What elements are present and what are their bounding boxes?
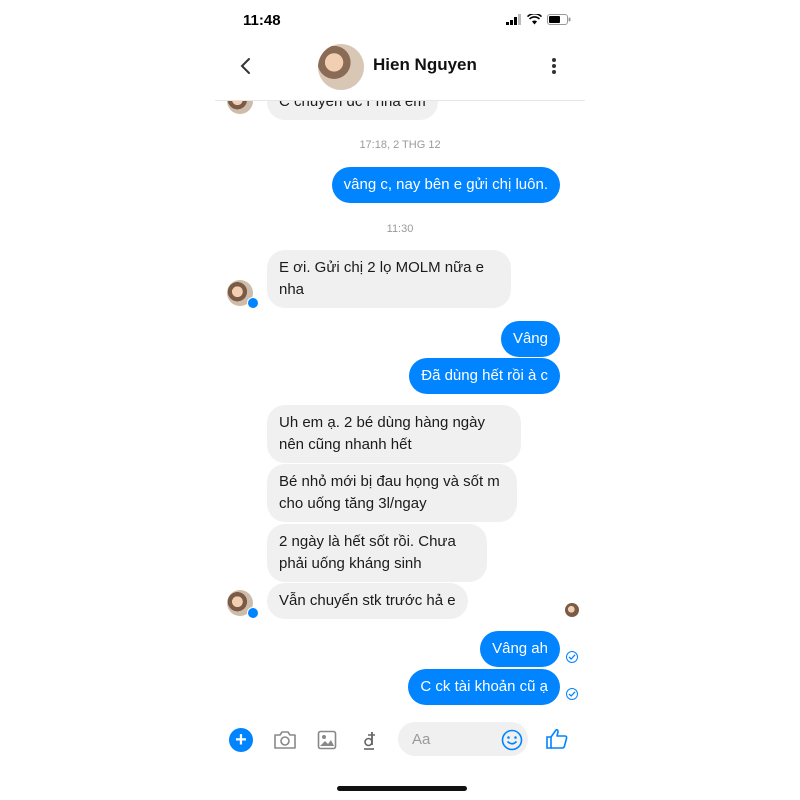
contact-name[interactable]: Hien Nguyen: [373, 55, 477, 75]
incoming-message[interactable]: E ơi. Gửi chị 2 lọ MOLM nữa e nha: [267, 250, 511, 308]
outgoing-message[interactable]: Đã dùng hết rồi à c: [409, 358, 560, 394]
conversation-area[interactable]: C chuyển dc r nha em 17:18, 2 THG 12 vân…: [215, 101, 585, 716]
status-icons: [506, 14, 571, 25]
outgoing-message[interactable]: C ck tài khoản cũ ạ: [408, 669, 560, 705]
battery-icon: [547, 14, 571, 25]
seen-avatar: [565, 603, 579, 617]
composer-bar: + Aa: [215, 718, 585, 764]
outgoing-message[interactable]: Vâng: [500, 321, 560, 357]
check-icon: [566, 651, 578, 663]
message-input-placeholder: Aa: [412, 731, 431, 748]
timestamp: 11:30: [386, 223, 414, 235]
incoming-message[interactable]: Bé nhỏ mới bị đau họng và sốt m cho uống…: [267, 464, 517, 522]
image-icon[interactable]: [317, 730, 337, 750]
like-icon[interactable]: [545, 727, 569, 751]
status-time: 11:48: [243, 12, 281, 29]
incoming-message[interactable]: Vẫn chuyển stk trước hả e: [267, 583, 468, 619]
dong-icon[interactable]: [362, 730, 376, 752]
more-icon[interactable]: [551, 57, 557, 75]
outgoing-message[interactable]: Vâng ah: [480, 631, 560, 667]
camera-icon[interactable]: [273, 730, 297, 750]
signal-icon: [506, 14, 521, 25]
back-icon[interactable]: [239, 56, 253, 76]
contact-avatar-small: [227, 101, 253, 114]
messenger-badge-icon: [247, 297, 259, 309]
incoming-message[interactable]: 2 ngày là hết sốt rồi. Chưa phải uống kh…: [267, 524, 487, 582]
incoming-message[interactable]: Uh em ạ. 2 bé dùng hàng ngày nên cũng nh…: [267, 405, 521, 463]
home-indicator: [337, 786, 467, 791]
timestamp: 17:18, 2 THG 12: [359, 139, 441, 151]
wifi-icon: [527, 14, 542, 25]
incoming-message[interactable]: C chuyển dc r nha em: [267, 101, 438, 120]
outgoing-message[interactable]: vâng c, nay bên e gửi chị luôn.: [331, 167, 560, 203]
messenger-badge-icon: [247, 607, 259, 619]
check-icon: [566, 688, 578, 700]
emoji-icon[interactable]: [501, 729, 523, 751]
plus-icon[interactable]: +: [229, 728, 253, 752]
phone-screen: 11:48 Hien Nguyen C chuyển dc r nha em 1…: [215, 0, 585, 800]
contact-avatar[interactable]: [318, 44, 364, 90]
